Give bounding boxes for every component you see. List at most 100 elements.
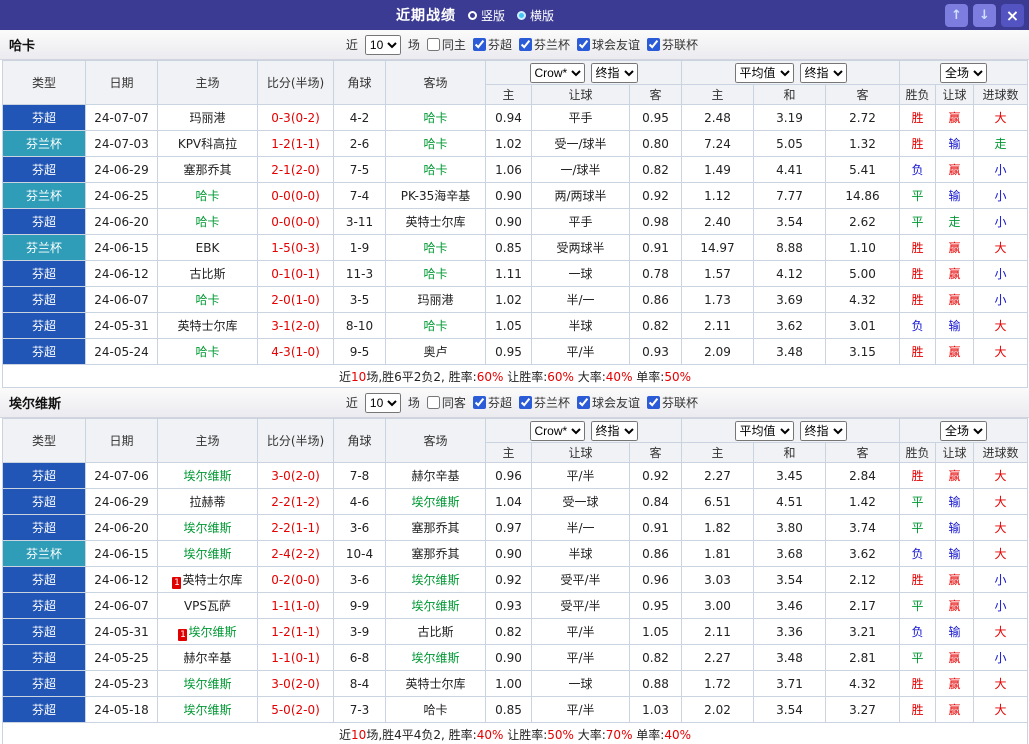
league-filter[interactable]: 芬超 bbox=[473, 394, 512, 411]
score: 0-0(0-0) bbox=[258, 183, 334, 209]
odds-cell: 1.00 bbox=[486, 671, 532, 697]
away-team-name: 哈卡 bbox=[423, 703, 447, 717]
horizontal-view-radio[interactable]: 横版 bbox=[517, 7, 554, 24]
avg-stage-select[interactable]: 终指 bbox=[800, 63, 847, 83]
odds-group-header: Crow* 终指 bbox=[486, 61, 682, 85]
same-venue-filter[interactable]: 同主 bbox=[427, 36, 466, 53]
result-cell: 负 bbox=[900, 157, 936, 183]
column-header: 客场 bbox=[386, 419, 486, 463]
scroll-down-button[interactable]: ↓ bbox=[973, 4, 996, 27]
bookmaker-select[interactable]: Crow* bbox=[530, 63, 585, 83]
match-row: 芬超24-06-07哈卡2-0(1-0)3-5玛丽港1.02半/一0.861.7… bbox=[3, 287, 1028, 313]
score: 2-2(1-1) bbox=[258, 515, 334, 541]
table-header: 类型日期主场比分(半场)角球客场Crow*终指平均值终指全场主让球客主和客胜负让… bbox=[3, 61, 1028, 105]
match-count-select[interactable]: 10 bbox=[365, 393, 401, 413]
same-venue-label: 同客 bbox=[442, 394, 466, 411]
league-checkbox[interactable] bbox=[647, 38, 660, 51]
home-team-name: 埃尔维斯 bbox=[188, 625, 236, 639]
home-team-name: 埃尔维斯 bbox=[183, 703, 231, 717]
avg-odds-cell: 2.84 bbox=[826, 463, 900, 489]
bookmaker-select[interactable]: Crow* bbox=[530, 421, 585, 441]
odds-cell: 平手 bbox=[532, 105, 630, 131]
same-venue-checkbox[interactable] bbox=[427, 396, 440, 409]
result-cell: 赢 bbox=[936, 567, 974, 593]
match-row: 芬兰杯24-06-15埃尔维斯2-4(2-2)10-4塞那乔其0.90半球0.8… bbox=[3, 541, 1028, 567]
match-count-select[interactable]: 10 bbox=[365, 35, 401, 55]
same-venue-filter[interactable]: 同客 bbox=[427, 394, 466, 411]
league-filter[interactable]: 球会友谊 bbox=[577, 394, 640, 411]
odds-group-header: 全场 bbox=[900, 419, 1028, 443]
avg-odds-cell: 3.74 bbox=[826, 515, 900, 541]
league-checkbox[interactable] bbox=[473, 38, 486, 51]
avg-odds-cell: 2.11 bbox=[682, 313, 754, 339]
home-team-cell: 哈卡 bbox=[158, 183, 258, 209]
league-badge: 芬兰杯 bbox=[3, 235, 86, 261]
home-team-name: 埃尔维斯 bbox=[183, 677, 231, 691]
league-badge: 芬超 bbox=[3, 339, 86, 365]
odds-cell: 半/一 bbox=[532, 515, 630, 541]
column-header: 日期 bbox=[86, 61, 158, 105]
league-filter[interactable]: 芬联杯 bbox=[647, 394, 698, 411]
summary-row: 近10场,胜6平2负2, 胜率:60% 让胜率:60% 大率:40% 单率:50… bbox=[3, 365, 1028, 388]
section-header: 埃尔维斯近10场同客芬超芬兰杯球会友谊芬联杯 bbox=[0, 388, 1029, 418]
result-cell: 负 bbox=[900, 619, 936, 645]
results-table: 类型日期主场比分(半场)角球客场Crow*终指平均值终指全场主让球客主和客胜负让… bbox=[2, 60, 1028, 388]
corners: 9-9 bbox=[334, 593, 386, 619]
odds-cell: 受两球半 bbox=[532, 235, 630, 261]
corners: 2-6 bbox=[334, 131, 386, 157]
result-cell: 大 bbox=[974, 541, 1028, 567]
league-checkbox[interactable] bbox=[519, 38, 532, 51]
vertical-view-radio[interactable]: 竖版 bbox=[468, 7, 505, 24]
result-cell: 走 bbox=[974, 131, 1028, 157]
summary-segment: 让胜率: bbox=[503, 728, 547, 742]
match-row: 芬超24-06-121英特士尔库0-2(0-0)3-6埃尔维斯0.92受平/半0… bbox=[3, 567, 1028, 593]
odds-cell: 0.80 bbox=[630, 131, 682, 157]
league-checkbox[interactable] bbox=[577, 396, 590, 409]
score: 1-2(1-1) bbox=[258, 619, 334, 645]
avg-odds-cell: 3.54 bbox=[754, 209, 826, 235]
league-badge: 芬超 bbox=[3, 619, 86, 645]
avg-odds-cell: 4.12 bbox=[754, 261, 826, 287]
home-team-cell: 哈卡 bbox=[158, 287, 258, 313]
league-filter[interactable]: 球会友谊 bbox=[577, 36, 640, 53]
titlebar-center: 近期战绩 竖版 横版 bbox=[5, 5, 945, 25]
away-team-name: 哈卡 bbox=[423, 267, 447, 281]
league-checkbox[interactable] bbox=[519, 396, 532, 409]
league-checkbox[interactable] bbox=[577, 38, 590, 51]
avg-odds-cell: 7.77 bbox=[754, 183, 826, 209]
odds-stage-select[interactable]: 终指 bbox=[591, 421, 638, 441]
avg-odds-cell: 3.15 bbox=[826, 339, 900, 365]
scope-select[interactable]: 全场 bbox=[940, 63, 987, 83]
home-team-cell: 埃尔维斯 bbox=[158, 463, 258, 489]
average-select[interactable]: 平均值 bbox=[735, 421, 794, 441]
odds-cell: 0.90 bbox=[486, 183, 532, 209]
league-checkbox[interactable] bbox=[647, 396, 660, 409]
close-icon: × bbox=[1006, 6, 1019, 25]
match-row: 芬超24-05-31英特士尔库3-1(2-0)8-10哈卡1.05半球0.822… bbox=[3, 313, 1028, 339]
avg-odds-cell: 2.81 bbox=[826, 645, 900, 671]
scroll-up-button[interactable]: ↑ bbox=[945, 4, 968, 27]
odds-cell: 受一/球半 bbox=[532, 131, 630, 157]
match-date: 24-05-24 bbox=[86, 339, 158, 365]
sub-column-header: 胜负 bbox=[900, 443, 936, 463]
same-venue-checkbox[interactable] bbox=[427, 38, 440, 51]
away-team-name: 哈卡 bbox=[423, 241, 447, 255]
league-filter[interactable]: 芬超 bbox=[473, 36, 512, 53]
odds-cell: 1.02 bbox=[486, 131, 532, 157]
avg-stage-select[interactable]: 终指 bbox=[800, 421, 847, 441]
scope-select[interactable]: 全场 bbox=[940, 421, 987, 441]
league-checkbox[interactable] bbox=[473, 396, 486, 409]
average-select[interactable]: 平均值 bbox=[735, 63, 794, 83]
corners: 9-5 bbox=[334, 339, 386, 365]
avg-odds-cell: 2.11 bbox=[682, 619, 754, 645]
result-cell: 胜 bbox=[900, 261, 936, 287]
league-filter[interactable]: 芬兰杯 bbox=[519, 36, 570, 53]
home-team-cell: VPS瓦萨 bbox=[158, 593, 258, 619]
league-badge: 芬兰杯 bbox=[3, 131, 86, 157]
odds-cell: 0.93 bbox=[630, 339, 682, 365]
league-filter[interactable]: 芬兰杯 bbox=[519, 394, 570, 411]
close-button[interactable]: × bbox=[1001, 4, 1024, 27]
odds-stage-select[interactable]: 终指 bbox=[591, 63, 638, 83]
away-team-cell: 赫尔辛基 bbox=[386, 463, 486, 489]
league-filter[interactable]: 芬联杯 bbox=[647, 36, 698, 53]
